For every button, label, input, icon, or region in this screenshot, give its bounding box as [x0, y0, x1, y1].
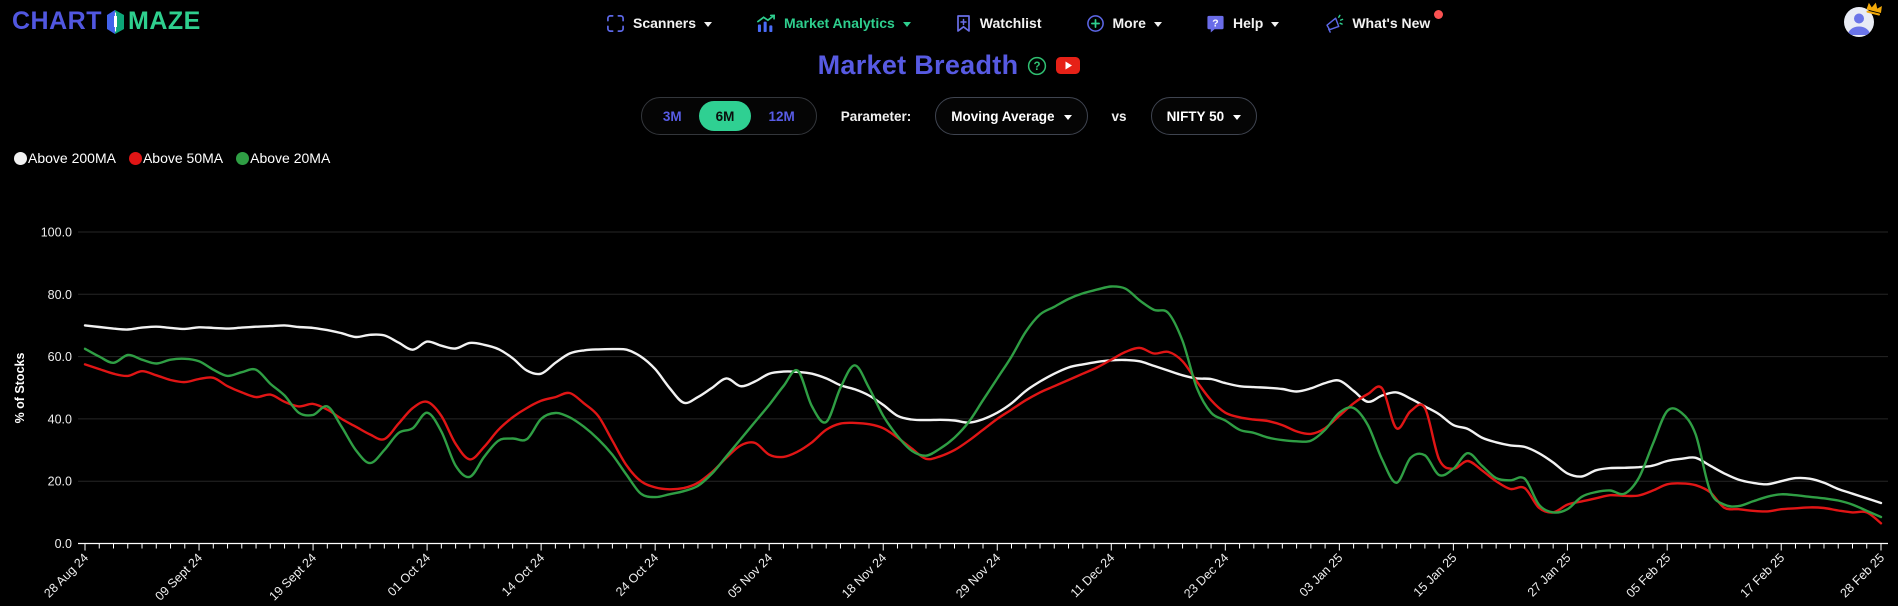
chevron-down-icon: [704, 21, 713, 27]
main-nav: Scanners Market Analytics Watchlist More…: [606, 0, 1444, 46]
legend-label: Above 200MA: [28, 150, 116, 166]
vs-label: vs: [1111, 108, 1127, 124]
analytics-bars-icon: [757, 14, 775, 32]
svg-text:27 Jan 25: 27 Jan 25: [1525, 551, 1574, 600]
legend-dot-white: [14, 151, 27, 165]
nav-item-whats-new[interactable]: What's New: [1323, 10, 1444, 33]
svg-text:100.0: 100.0: [41, 226, 72, 240]
logo-text-chart: CHART: [12, 7, 102, 35]
gridlines: [78, 231, 1888, 482]
svg-text:09 Sept 24: 09 Sept 24: [152, 551, 205, 604]
x-axis-labels: 28 Aug 24 09 Sept 24 19 Sept 24 01 Oct 24 14…: [41, 551, 1887, 604]
parameter-value: Moving Average: [951, 108, 1055, 124]
chevron-down-icon: [1153, 21, 1162, 27]
parameter-select[interactable]: Moving Average: [935, 97, 1088, 135]
x-axis-ticks: [84, 543, 1882, 551]
youtube-icon[interactable]: [1056, 57, 1081, 74]
svg-text:15 Jan 25: 15 Jan 25: [1411, 551, 1460, 600]
megaphone-icon: [1326, 14, 1344, 33]
series-line-above-50ma: [83, 346, 1883, 525]
chevron-down-icon: [902, 21, 911, 27]
nav-item-watchlist[interactable]: Watchlist: [955, 14, 1042, 33]
svg-text:28 Aug 24: 28 Aug 24: [41, 551, 91, 601]
svg-text:24 Oct 24: 24 Oct 24: [613, 551, 661, 599]
chart-legend: Above 200MA Above 50MA Above 20MA: [14, 150, 330, 166]
svg-text:18 Nov 24: 18 Nov 24: [839, 551, 889, 601]
legend-item-above-50ma[interactable]: Above 50MA: [128, 150, 224, 166]
svg-text:05 Nov 24: 05 Nov 24: [725, 551, 775, 601]
svg-text:20.0: 20.0: [48, 475, 72, 489]
top-nav-bar: CHART MAZE Scanners Market Analytics Wat…: [0, 0, 1898, 46]
svg-text:01 Oct 24: 01 Oct 24: [385, 551, 433, 599]
svg-text:03 Jan 25: 03 Jan 25: [1297, 551, 1346, 600]
series-line-above-200ma: [83, 324, 1883, 505]
legend-item-above-200ma[interactable]: Above 200MA: [14, 150, 116, 166]
range-3m-button[interactable]: 3M: [646, 101, 699, 131]
nav-label: What's New: [1352, 15, 1431, 31]
chevron-down-icon: [1233, 114, 1242, 120]
svg-text:40.0: 40.0: [48, 412, 72, 426]
range-6m-button[interactable]: 6M: [698, 101, 752, 131]
svg-text:05 Feb 25: 05 Feb 25: [1624, 551, 1674, 601]
legend-label: Above 20MA: [250, 150, 331, 166]
svg-text:?: ?: [1034, 61, 1041, 73]
svg-text:23 Dec 24: 23 Dec 24: [1181, 551, 1231, 601]
range-toggle: 3M 6M 12M: [640, 97, 817, 135]
nav-label: Watchlist: [979, 15, 1042, 31]
legend-label: Above 50MA: [142, 150, 224, 166]
legend-item-above-20ma[interactable]: Above 20MA: [236, 150, 330, 166]
scanner-icon: [607, 14, 624, 32]
svg-text:17 Feb 25: 17 Feb 25: [1738, 551, 1788, 601]
logo-text-maze: MAZE: [128, 7, 201, 35]
legend-dot-green: [236, 151, 250, 165]
series-line-above-20ma: [83, 285, 1883, 519]
y-axis-labels: 0.0 20.0 40.0 60.0 80.0 100.0: [41, 226, 72, 552]
chevron-down-icon: [1063, 114, 1072, 120]
svg-text:?: ?: [1212, 18, 1218, 29]
bookmark-icon: [956, 14, 970, 32]
svg-text:80.0: 80.0: [48, 288, 72, 302]
notification-dot: [1434, 10, 1444, 19]
svg-text:11 Dec 24: 11 Dec 24: [1068, 551, 1118, 601]
nav-label: Market Analytics: [784, 15, 895, 31]
chevron-down-icon: [1271, 21, 1280, 27]
chartmaze-logo[interactable]: CHART MAZE: [12, 7, 201, 36]
svg-text:60.0: 60.0: [48, 350, 72, 364]
info-question-icon[interactable]: ?: [1027, 56, 1047, 76]
page-title: Market Breadth: [817, 50, 1019, 80]
range-12m-button[interactable]: 12M: [751, 101, 811, 131]
comparison-select[interactable]: NIFTY 50: [1150, 97, 1258, 135]
chartmaze-app: { "header": { "logo_part1": "CHART", "lo…: [0, 0, 1898, 606]
svg-text:14 Oct 24: 14 Oct 24: [499, 551, 547, 599]
page-title-row: Market Breadth ?: [0, 50, 1898, 81]
help-chat-icon: ?: [1207, 15, 1224, 33]
svg-text:19 Sept 24: 19 Sept 24: [267, 551, 320, 604]
nav-label-wrap: What's New: [1352, 10, 1444, 31]
nav-item-market-analytics[interactable]: Market Analytics: [756, 14, 911, 33]
parameter-label: Parameter:: [840, 108, 912, 124]
user-profile[interactable]: [1844, 2, 1882, 39]
legend-dot-red: [128, 151, 142, 165]
svg-text:0.0: 0.0: [55, 537, 72, 551]
svg-text:29 Nov 24: 29 Nov 24: [953, 551, 1003, 601]
plus-circle-icon: [1086, 14, 1104, 32]
nav-label: Help: [1232, 15, 1264, 31]
svg-text:28 Feb 25: 28 Feb 25: [1837, 551, 1887, 601]
nav-item-help[interactable]: ? Help: [1206, 14, 1280, 33]
candle-logo-icon: [107, 9, 124, 34]
nav-item-scanners[interactable]: Scanners: [606, 14, 713, 33]
market-breadth-chart[interactable]: 0.0 20.0 40.0 60.0 80.0 100.0 % of Stocks 28 Au…: [0, 0, 1898, 606]
nav-label: More: [1112, 15, 1146, 31]
nav-label: Scanners: [633, 15, 697, 31]
y-axis-title: % of Stocks: [13, 353, 27, 424]
nav-item-more[interactable]: More: [1086, 14, 1162, 33]
chart-controls: 3M 6M 12M Parameter: Moving Average vs N…: [0, 97, 1898, 135]
comparison-value: NIFTY 50: [1166, 108, 1225, 124]
